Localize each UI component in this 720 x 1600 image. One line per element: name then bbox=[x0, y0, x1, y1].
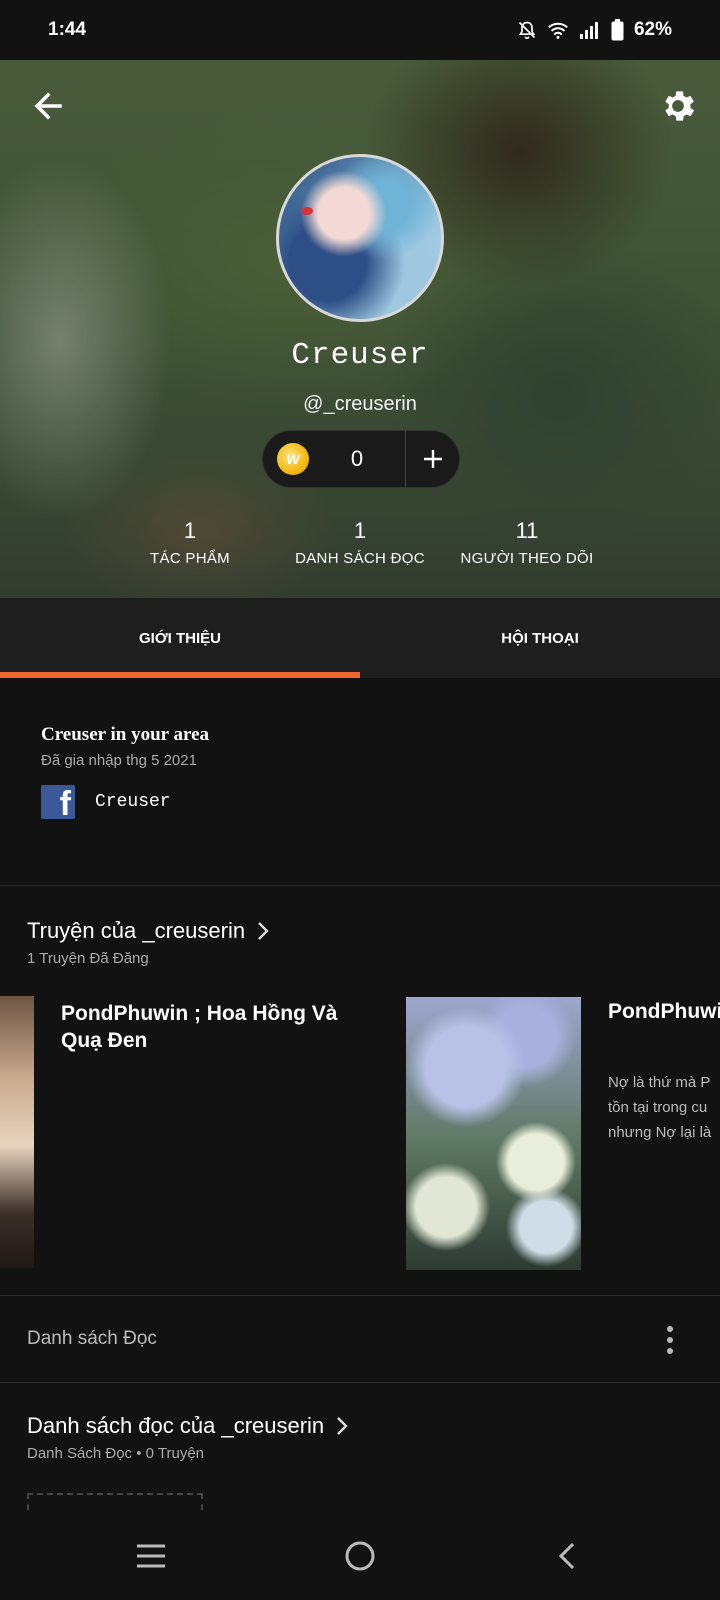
profile-header: Creuser @_creuserin W 0 1 TÁC PHẨM 1 DAN… bbox=[0, 60, 720, 598]
stat-works[interactable]: 1 TÁC PHẨM bbox=[130, 518, 250, 567]
stories-title: Truyện của _creuserin bbox=[27, 918, 246, 943]
back-button[interactable] bbox=[30, 88, 66, 124]
reading-lists-header[interactable]: Danh sách đọc của _creuserin bbox=[27, 1413, 348, 1439]
bell-off-icon bbox=[518, 21, 536, 40]
status-icons: 62% bbox=[517, 19, 672, 41]
system-back-button[interactable] bbox=[545, 1534, 589, 1578]
tab-conversations[interactable]: HỘI THOẠI bbox=[360, 598, 720, 678]
reading-list-row: Danh sách Đọc bbox=[0, 1296, 720, 1383]
profile-tabs: GIỚI THIỆU HỘI THOẠI bbox=[0, 598, 720, 678]
more-options-button[interactable] bbox=[664, 1324, 676, 1356]
joined-date: Đã gia nhập thg 5 2021 bbox=[41, 752, 197, 769]
stories-count: 1 Truyện Đã Đăng bbox=[27, 950, 149, 967]
stat-followers-label: NGƯỜI THEO DÕI bbox=[460, 550, 594, 567]
reading-lists-section: Danh sách đọc của _creuserin Danh Sách Đ… bbox=[0, 1383, 720, 1533]
status-bar: 1:44 62% bbox=[0, 0, 720, 60]
home-button[interactable] bbox=[338, 1534, 382, 1578]
chevron-right-icon bbox=[337, 1417, 348, 1435]
home-circle-icon bbox=[345, 1541, 375, 1571]
plus-icon bbox=[423, 450, 442, 468]
facebook-icon: f bbox=[41, 785, 75, 819]
reading-lists-count: Danh Sách Đọc • 0 Truyện bbox=[27, 1445, 205, 1462]
username: @_creuserin bbox=[303, 393, 417, 415]
stat-followers-value: 11 bbox=[515, 518, 539, 543]
system-nav-bar bbox=[0, 1510, 720, 1600]
stories-section: Truyện của _creuserin 1 Truyện Đã Đăng P… bbox=[0, 886, 720, 1296]
battery-level: 62% bbox=[633, 19, 672, 40]
stat-reading-lists-label: DANH SÁCH ĐỌC bbox=[295, 550, 425, 567]
stories-header[interactable]: Truyện của _creuserin bbox=[27, 918, 269, 944]
about-description: Creuser in your area bbox=[41, 724, 210, 745]
about-section: Creuser in your area Đã gia nhập thg 5 2… bbox=[0, 678, 720, 886]
coin-icon: W bbox=[277, 443, 309, 475]
stat-reading-lists[interactable]: 1 DANH SÁCH ĐỌC bbox=[280, 518, 440, 567]
reading-list-label: Danh sách Đọc bbox=[27, 1328, 157, 1349]
signal-icon bbox=[579, 22, 598, 39]
status-time: 1:44 bbox=[48, 19, 87, 40]
stat-works-value: 1 bbox=[183, 518, 197, 543]
reading-lists-title: Danh sách đọc của _creuserin bbox=[27, 1413, 325, 1438]
arrow-left-icon bbox=[34, 92, 62, 120]
more-vertical-icon bbox=[667, 1326, 673, 1354]
story-cover[interactable] bbox=[0, 996, 34, 1268]
avatar[interactable] bbox=[276, 154, 444, 322]
coin-value: 0 bbox=[350, 446, 364, 471]
menu-icon bbox=[137, 1544, 165, 1568]
story-description: Nợ là thứ mà P tồn tại trong cu nhưng Nợ… bbox=[608, 1074, 712, 1141]
chevron-left-icon bbox=[558, 1542, 575, 1570]
display-name: Creuser bbox=[291, 338, 429, 373]
stat-reading-lists-value: 1 bbox=[353, 518, 367, 543]
settings-button[interactable] bbox=[658, 86, 698, 126]
wifi-icon bbox=[548, 22, 568, 39]
coin-balance: W 0 bbox=[262, 430, 460, 488]
story-title[interactable]: PondPhuwin ; Hoa Hồng Và Quạ Đen bbox=[608, 1000, 720, 1024]
facebook-link[interactable]: f Creuser bbox=[41, 785, 171, 819]
add-coins-button[interactable] bbox=[406, 448, 459, 470]
story-cover[interactable] bbox=[406, 997, 581, 1270]
recent-apps-button[interactable] bbox=[129, 1534, 173, 1578]
chevron-right-icon bbox=[258, 922, 269, 940]
tab-about[interactable]: GIỚI THIỆU bbox=[0, 598, 360, 678]
battery-icon bbox=[611, 19, 624, 41]
facebook-name: Creuser bbox=[95, 792, 171, 812]
gear-icon bbox=[665, 91, 694, 121]
story-title[interactable]: PondPhuwin ; Hoa Hồng Và Quạ Đen bbox=[61, 1000, 361, 1054]
stat-works-label: TÁC PHẨM bbox=[150, 550, 230, 567]
stat-followers[interactable]: 11 NGƯỜI THEO DÕI bbox=[452, 518, 602, 567]
